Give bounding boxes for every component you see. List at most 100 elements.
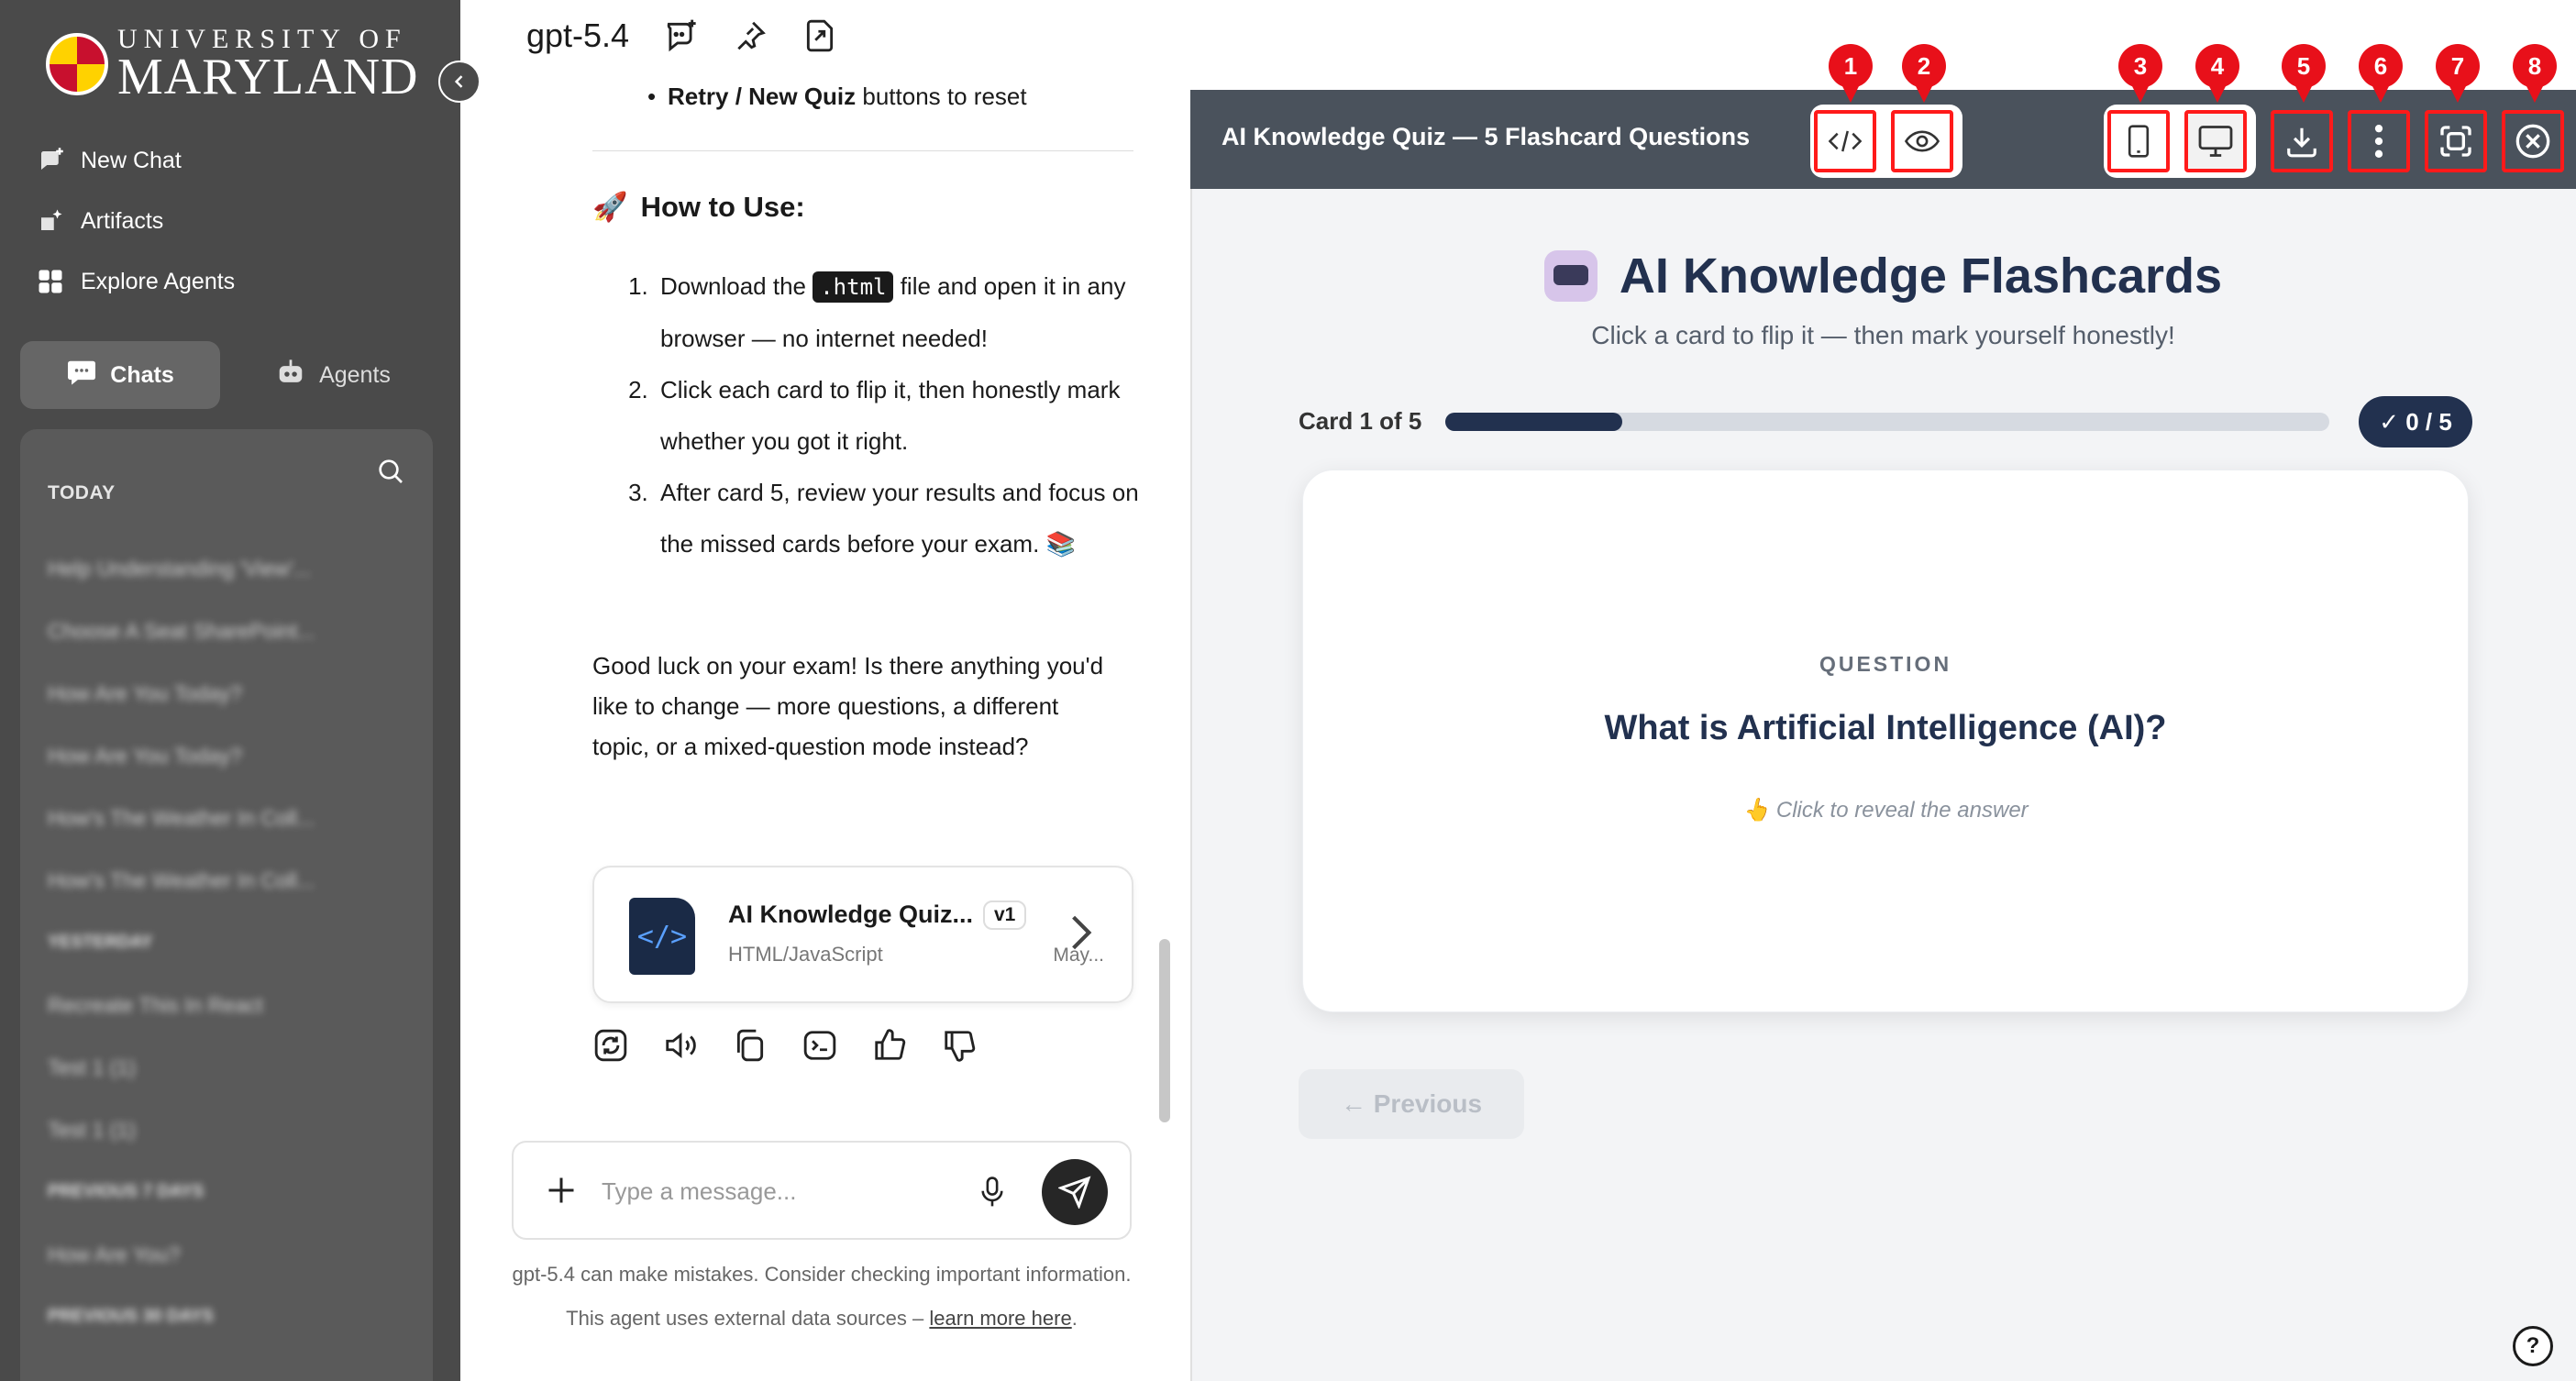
version-badge: v1: [983, 900, 1027, 930]
how-to-heading: 🚀 How to Use:: [592, 180, 1133, 235]
monitor-icon: [2198, 126, 2233, 157]
history-item[interactable]: Recreate This In React: [48, 974, 415, 1036]
bullet-retry: Retry / New Quiz buttons to reset: [647, 72, 1144, 121]
flashcard[interactable]: QUESTION What is Artificial Intelligence…: [1302, 470, 2469, 1012]
history-item[interactable]: How's The Weather In Coll...: [48, 849, 415, 911]
model-selector[interactable]: gpt-5.4: [526, 17, 629, 55]
annotation-marker-5: 5: [2282, 44, 2326, 103]
copy-icon[interactable]: [732, 1027, 768, 1064]
chat-header: gpt-5.4: [526, 17, 838, 55]
mobile-view-button[interactable]: [2107, 110, 2170, 172]
history-item[interactable]: How Are You Today?: [48, 662, 415, 724]
history-item[interactable]: Test 1 (1): [48, 1099, 415, 1161]
card-kicker: QUESTION: [1819, 652, 1952, 676]
desktop-view-button[interactable]: [2184, 110, 2247, 172]
card-hint: 👆 Click to reveal the answer: [1742, 798, 2029, 823]
chat-bubble-icon: [66, 359, 97, 392]
annotation-marker-6: 6: [2359, 44, 2403, 103]
send-button[interactable]: [1042, 1159, 1108, 1225]
robot-icon: [1543, 250, 1598, 302]
closing-message: Good luck on your exam! Is there anythin…: [592, 652, 1104, 760]
phone-icon: [2128, 125, 2150, 158]
tab-chats[interactable]: Chats: [20, 341, 220, 409]
history-item[interactable]: How Are You?: [48, 1223, 415, 1286]
download-icon: [2287, 127, 2316, 158]
step-item: After card 5, review your results and fo…: [655, 467, 1141, 569]
attach-plus-icon[interactable]: [545, 1174, 578, 1211]
collapse-sidebar-button[interactable]: [438, 61, 481, 103]
chat-scrollbar[interactable]: [1159, 939, 1170, 1122]
pin-icon[interactable]: [732, 17, 768, 54]
history-section: YESTERDAY: [48, 933, 153, 952]
sidebar-item-label: Artifacts: [81, 207, 164, 234]
code-view-button[interactable]: [1814, 110, 1876, 172]
sidebar-item-label: Explore Agents: [81, 268, 236, 294]
chevron-right-icon: [1067, 913, 1095, 956]
previous-button[interactable]: ← Previous: [1299, 1069, 1524, 1139]
search-icon[interactable]: [376, 457, 405, 491]
history-section: PREVIOUS 7 DAYS: [48, 1182, 205, 1201]
history-item[interactable]: Choose A Seat SharePoint...: [48, 600, 415, 662]
step-item: Click each card to flip it, then honestl…: [655, 364, 1141, 467]
history-item[interactable]: Test 1 (1): [48, 1036, 415, 1099]
sidebar-item-new-chat[interactable]: New Chat: [37, 130, 235, 191]
preview-toolbar: AI Knowledge Quiz — 5 Flashcard Question…: [1190, 90, 2576, 189]
preview-view-button[interactable]: [1891, 110, 1953, 172]
annotation-marker-4: 4: [2195, 44, 2239, 103]
inline-code: .html: [813, 271, 894, 303]
section-today: TODAY: [48, 482, 116, 503]
artifact-card[interactable]: </> AI Knowledge Quiz... v1 HTML/JavaScr…: [592, 866, 1133, 1003]
annotation-marker-3: 3: [2118, 44, 2162, 103]
microphone-icon[interactable]: [978, 1176, 1007, 1213]
annotation-marker-1: 1: [1829, 44, 1873, 103]
step-item: Download the .html file and open it in a…: [655, 260, 1141, 364]
tab-agents[interactable]: Agents: [233, 341, 433, 409]
code-icon: [1829, 130, 1862, 152]
new-conversation-icon[interactable]: [662, 17, 699, 54]
chat-column: gpt-5.4 Retry / New Quiz buttons to rese…: [460, 0, 1190, 1381]
preview-title: AI Knowledge Quiz — 5 Flashcard Question…: [1222, 123, 1751, 150]
thumbs-down-icon[interactable]: [941, 1027, 978, 1064]
artifacts-icon: [37, 207, 64, 235]
card-question: What is Artificial Intelligence (AI)?: [1604, 709, 2167, 747]
how-to-steps: Download the .html file and open it in a…: [655, 260, 1141, 569]
history-item[interactable]: How's The Weather In Coll...: [48, 787, 415, 849]
chat-history-panel: TODAY Help Understanding 'View'... Choos…: [20, 429, 433, 1381]
sidebar-item-label: New Chat: [81, 147, 182, 173]
download-button[interactable]: [2271, 110, 2333, 172]
university-logo[interactable]: UNIVERSITY OF MARYLAND: [46, 26, 418, 103]
flashcards-title: AI Knowledge Flashcards: [1543, 248, 2222, 304]
grid-icon: [37, 268, 64, 295]
fullscreen-button[interactable]: [2425, 110, 2487, 172]
terminal-icon[interactable]: [802, 1027, 838, 1064]
more-options-button[interactable]: [2348, 110, 2410, 172]
artifact-title: AI Knowledge Quiz...: [728, 900, 974, 928]
history-item[interactable]: How Are You Today?: [48, 724, 415, 787]
message-input[interactable]: [602, 1170, 968, 1212]
artifact-type: HTML/JavaScript: [728, 943, 883, 966]
close-preview-button[interactable]: [2502, 110, 2564, 172]
logo-line2: MARYLAND: [117, 49, 419, 105]
progress-bar: [1445, 413, 2329, 431]
eye-icon: [1905, 130, 1940, 152]
read-aloud-icon[interactable]: [662, 1027, 699, 1064]
history-item[interactable]: Help Understanding 'View'...: [48, 537, 415, 600]
sidebar-item-explore-agents[interactable]: Explore Agents: [37, 251, 235, 312]
send-icon: [1058, 1176, 1091, 1209]
kebab-menu-icon: [2374, 125, 2383, 158]
sidebar-tabs: Chats Agents: [20, 341, 433, 409]
sidebar-item-artifacts[interactable]: Artifacts: [37, 191, 235, 251]
thumbs-up-icon[interactable]: [871, 1027, 908, 1064]
close-icon: [2515, 124, 2550, 159]
flashcards-header: AI Knowledge Flashcards Click a card to …: [1190, 248, 2576, 350]
fullscreen-icon: [2440, 126, 2471, 157]
progress-fill: [1445, 413, 1622, 431]
regenerate-icon[interactable]: [592, 1027, 629, 1064]
sidebar: UNIVERSITY OF MARYLAND New Chat Artifact…: [0, 0, 460, 1381]
message-composer: [512, 1141, 1132, 1240]
flashcards-subtitle: Click a card to flip it — then mark your…: [1591, 321, 2175, 349]
learn-more-link[interactable]: learn more here: [929, 1307, 1071, 1330]
help-button[interactable]: ?: [2513, 1326, 2553, 1366]
robot-icon: [275, 359, 306, 392]
export-icon[interactable]: [802, 17, 838, 54]
